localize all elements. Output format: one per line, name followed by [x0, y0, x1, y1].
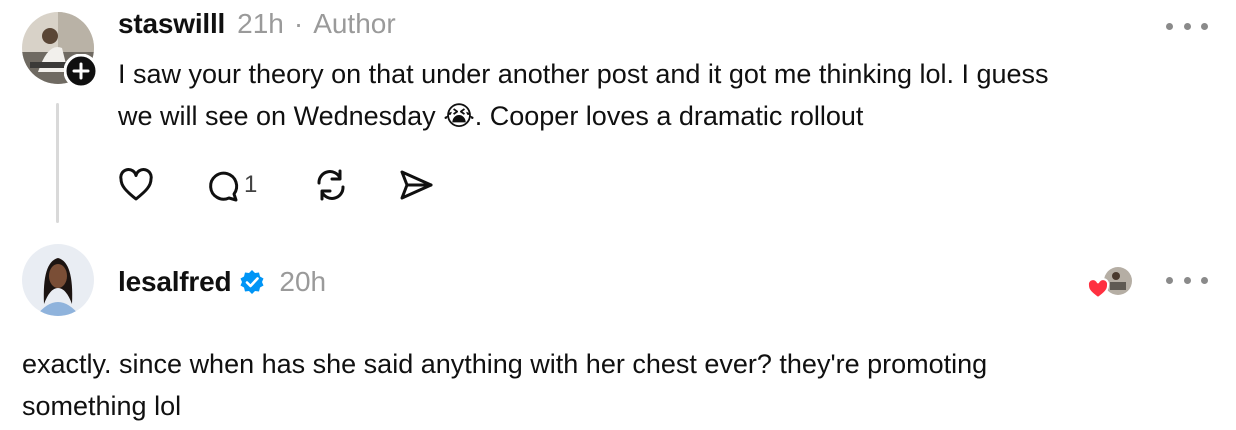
comment-text-segment: we will see on Wednesday [118, 101, 444, 131]
comment-text: I saw your theory on that under another … [118, 53, 1049, 137]
timestamp[interactable]: 20h [279, 266, 326, 298]
crying-emoji: 😭 [443, 101, 475, 131]
comment-text-line-1: exactly. since when has she said anythin… [22, 349, 988, 379]
like-button[interactable] [118, 167, 156, 203]
follow-plus-icon[interactable] [63, 53, 99, 89]
comment-header: lesalfred 20h [118, 264, 326, 300]
author-liked-indicator [1086, 266, 1134, 300]
thread-line [56, 103, 59, 223]
avatar-lesalfred[interactable] [22, 244, 94, 316]
comment-header: staswilll 21h · Author [118, 8, 396, 44]
reply-button[interactable]: 1 [204, 167, 257, 203]
reply-count: 1 [244, 171, 258, 198]
meta-separator: · [293, 8, 304, 39]
share-button[interactable] [398, 167, 434, 203]
comment-lesalfred: lesalfred 20h exactly. since when has sh… [0, 236, 1236, 430]
heart-icon [119, 168, 153, 201]
verified-badge-icon [240, 270, 264, 294]
comment-text-line-2: something lol [22, 391, 182, 421]
comment-text-line-1: I saw your theory on that under another … [118, 59, 1049, 89]
repost-icon [317, 169, 345, 201]
username[interactable]: staswilll [118, 8, 225, 40]
comment-text-segment: . Cooper loves a dramatic rollout [474, 101, 864, 131]
comment-text-line-2: we will see on Wednesday 😭. Cooper loves… [118, 95, 1049, 137]
comment-icon [209, 171, 239, 202]
comment-text: exactly. since when has she said anythin… [22, 343, 987, 427]
author-tag: Author [313, 8, 396, 39]
share-icon [400, 170, 433, 200]
repost-button[interactable] [313, 167, 349, 203]
username[interactable]: lesalfred [118, 266, 232, 298]
timestamp[interactable]: 21h [237, 8, 284, 40]
more-icon[interactable] [1166, 16, 1208, 36]
more-icon[interactable] [1166, 270, 1208, 290]
heart-icon [1086, 278, 1110, 300]
comment-staswilll: staswilll 21h · Author I saw your theory… [0, 0, 1236, 230]
